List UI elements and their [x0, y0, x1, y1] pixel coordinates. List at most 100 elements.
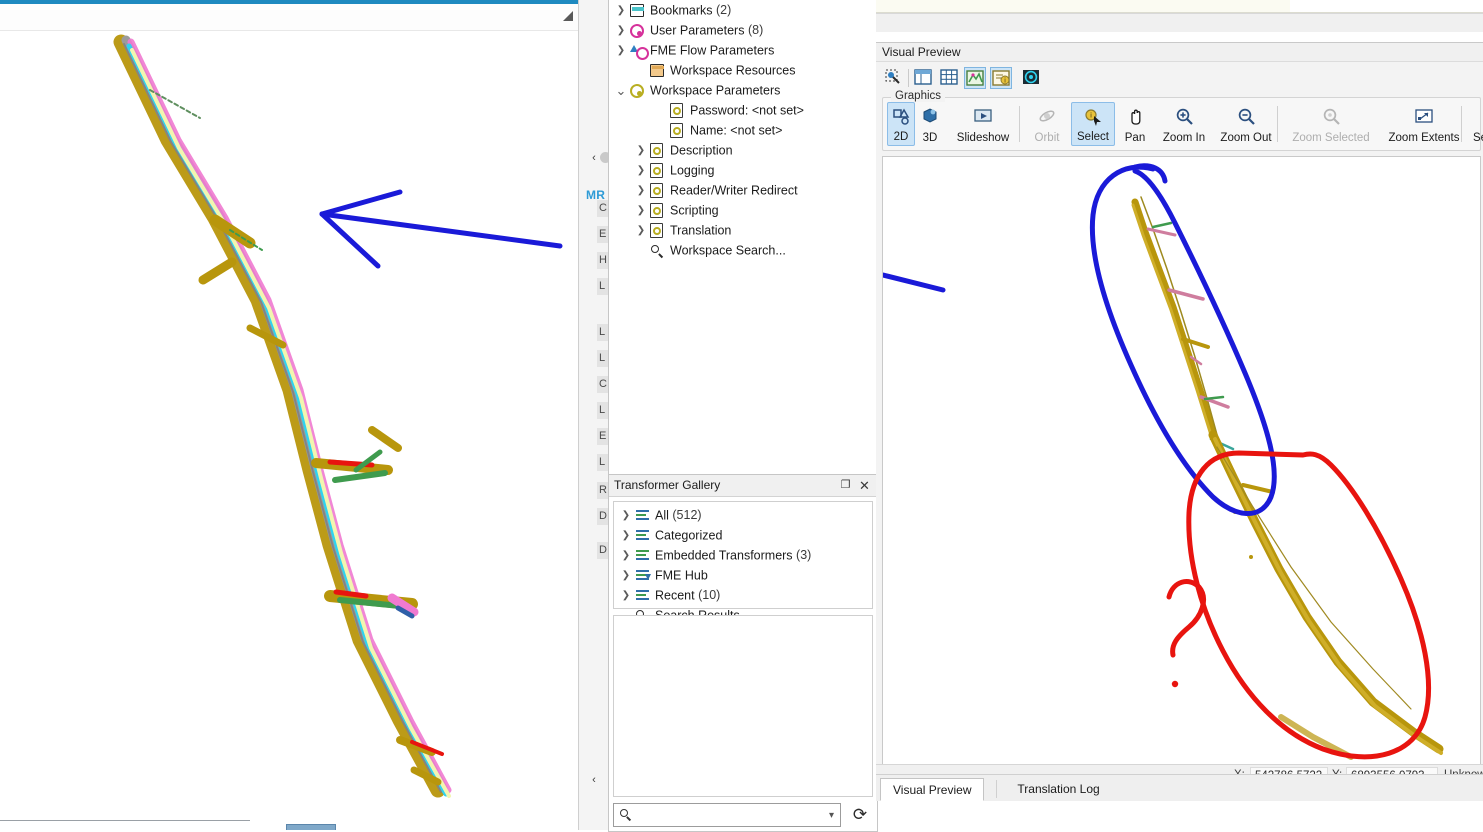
tree-item-all[interactable]: ❯ All (512): [614, 505, 872, 525]
tree-item-label: FME Hub: [655, 568, 708, 583]
graphics-group-label: Graphics: [891, 90, 946, 102]
tree-item-label: User Parameters: [650, 23, 745, 38]
transformer-stack-icon: [634, 528, 652, 544]
blue-annotation-arrow: [319, 189, 563, 269]
tree-item-recent[interactable]: ❯ Recent (10): [614, 585, 872, 605]
feature-information-icon[interactable]: i: [990, 67, 1012, 89]
chevron-right-icon[interactable]: ❯: [633, 201, 649, 221]
doc-gear-icon: [669, 102, 687, 119]
graphics-2d-button[interactable]: 2D: [887, 102, 915, 146]
graphics-button-label: Select: [1077, 131, 1109, 143]
chevron-right-icon[interactable]: ❯: [633, 221, 649, 241]
chevron-right-icon[interactable]: ❯: [618, 546, 634, 566]
graphics-button-label: 2D: [893, 131, 909, 143]
graphics-button-label: 3D: [922, 132, 938, 144]
navigator-tree-panel[interactable]: ❯ Bookmarks (2) ❯ User Parameters (8) ❯ FME F…: [608, 0, 878, 475]
graphics-select-button[interactable]: Select: [1469, 102, 1483, 146]
tree-item-reader-writer-redirect[interactable]: ❯ Reader/Writer Redirect: [609, 180, 877, 200]
preview-graphics-canvas[interactable]: [882, 156, 1481, 772]
tree-item-bookmarks[interactable]: ❯ Bookmarks (2): [609, 0, 877, 20]
chevron-right-icon[interactable]: ❯: [633, 181, 649, 201]
chevron-right-icon[interactable]: ❯: [613, 21, 629, 41]
transformer-stack-embedded-icon: [634, 548, 652, 564]
close-icon[interactable]: ✕: [857, 478, 872, 493]
tree-item-workspace-parameters[interactable]: ⌄ Workspace Parameters: [609, 80, 877, 100]
chevron-right-icon[interactable]: ❯: [618, 506, 634, 526]
tree-item-label: Description: [670, 143, 733, 158]
graphics-slideshow-button[interactable]: Slideshow: [947, 102, 1019, 146]
resize-grip-icon[interactable]: [562, 10, 574, 22]
toolbar-separator: [1277, 106, 1278, 142]
gallery-tree-list: ❯ All (512) ❯ Categorized ❯ Embedded Transfor…: [613, 501, 873, 623]
gallery-results-area[interactable]: [613, 615, 873, 797]
horizontal-scrollbar[interactable]: ❮: [876, 13, 1483, 34]
doc-gear-icon: [649, 182, 667, 199]
chevron-down-icon[interactable]: ▾: [829, 810, 834, 821]
tree-item-workspace-resources[interactable]: Workspace Resources: [609, 60, 877, 80]
gallery-title-bar: Transformer Gallery ❐ ✕: [609, 475, 877, 497]
tree-item-name-not-set[interactable]: Name: <not set>: [609, 120, 877, 140]
graphics-button-label: Zoom In: [1162, 132, 1206, 144]
inspector-icon[interactable]: [882, 67, 904, 89]
toolbar-separator: [908, 69, 909, 87]
transformer-stack-icon: [634, 588, 652, 604]
tree-item-workspace-search[interactable]: Workspace Search...: [609, 240, 877, 260]
tree-item-scripting[interactable]: ❯ Scripting: [609, 200, 877, 220]
graphics-view-icon[interactable]: [964, 67, 986, 89]
panel-expand-button[interactable]: ‹: [586, 772, 602, 788]
tree-item-label: FME Flow Parameters: [650, 43, 775, 58]
graphics-button-label: Slideshow: [956, 132, 1010, 144]
chevron-right-icon[interactable]: ❯: [613, 1, 629, 21]
graphics-zoom-selected-button: Zoom Selected: [1283, 102, 1379, 146]
tree-item-translation[interactable]: ❯ Translation: [609, 220, 877, 240]
graphics-pan-button[interactable]: Pan: [1117, 102, 1153, 146]
graphics-button-label: Select: [1473, 132, 1483, 144]
bookmark-icon: [629, 3, 647, 19]
tree-item-count: (3): [792, 548, 812, 562]
tree-item-count: (8): [744, 23, 764, 37]
workspace-canvas[interactable]: [0, 0, 578, 830]
tree-item-user-parameters[interactable]: ❯ User Parameters (8): [609, 20, 877, 40]
tree-item-embedded-transformers[interactable]: ❯ Embedded Transformers (3): [614, 545, 872, 565]
canvas-bottom-chip[interactable]: [286, 824, 336, 830]
chevron-right-icon[interactable]: ❯: [633, 141, 649, 161]
search-input[interactable]: [638, 804, 820, 828]
float-panel-icon[interactable]: ❐: [838, 478, 853, 493]
tree-item-categorized[interactable]: ❯ Categorized: [614, 525, 872, 545]
chevron-right-icon[interactable]: ❯: [618, 586, 634, 606]
tree-item-logging[interactable]: ❯ Logging: [609, 160, 877, 180]
panel-layout-icon[interactable]: [912, 67, 934, 89]
tree-item-label: Categorized: [655, 528, 723, 543]
toolbar-separator: [1019, 106, 1020, 142]
gear-yellow-icon: [629, 83, 647, 99]
tab-translation-log[interactable]: Translation Log: [1005, 778, 1111, 801]
chevron-right-icon[interactable]: ❯: [618, 566, 634, 586]
gallery-search-box[interactable]: ▾: [613, 803, 841, 828]
chevron-down-icon[interactable]: ⌄: [613, 84, 629, 97]
transformer-gallery-panel[interactable]: Transformer Gallery ❐ ✕ ❯ All (512) ❯ Categ…: [608, 474, 878, 832]
visual-preview-panel[interactable]: Visual Preview i Graphics 2D 3D Slideshow O…: [876, 42, 1483, 801]
zoom-extents-icon: [1413, 106, 1435, 128]
graphics-select-button[interactable]: i Select: [1071, 102, 1115, 146]
chevron-right-icon[interactable]: ❯: [618, 526, 634, 546]
graphics-orbit-button: Orbit: [1025, 102, 1069, 146]
twod-icon: [890, 107, 912, 129]
tab-visual-preview[interactable]: Visual Preview: [880, 778, 985, 801]
tree-item-description[interactable]: ❯ Description: [609, 140, 877, 160]
chevron-right-icon[interactable]: ❯: [613, 41, 629, 61]
tree-item-fme-flow-parameters[interactable]: ❯ FME Flow Parameters: [609, 40, 877, 60]
tree-item-fme-hub[interactable]: ❯ FME Hub: [614, 565, 872, 585]
table-view-icon[interactable]: [938, 67, 960, 89]
graphics-button-label: Zoom Extents: [1388, 132, 1460, 144]
graphics-zoom-out-button[interactable]: Zoom Out: [1215, 102, 1277, 146]
graphics-zoom-in-button[interactable]: Zoom In: [1155, 102, 1213, 146]
chevron-right-icon[interactable]: ❯: [633, 161, 649, 181]
search-icon: [649, 243, 667, 259]
graphics-3d-button[interactable]: 3D: [916, 102, 944, 146]
tree-item-password-not-set[interactable]: Password: <not set>: [609, 100, 877, 120]
tree-item-label: Reader/Writer Redirect: [670, 183, 798, 198]
refresh-icon[interactable]: ⟳: [847, 803, 873, 827]
tree-item-label: Bookmarks: [650, 3, 713, 18]
background-map-icon[interactable]: [1020, 67, 1042, 89]
graphics-zoom-extents-button[interactable]: Zoom Extents: [1381, 102, 1467, 146]
